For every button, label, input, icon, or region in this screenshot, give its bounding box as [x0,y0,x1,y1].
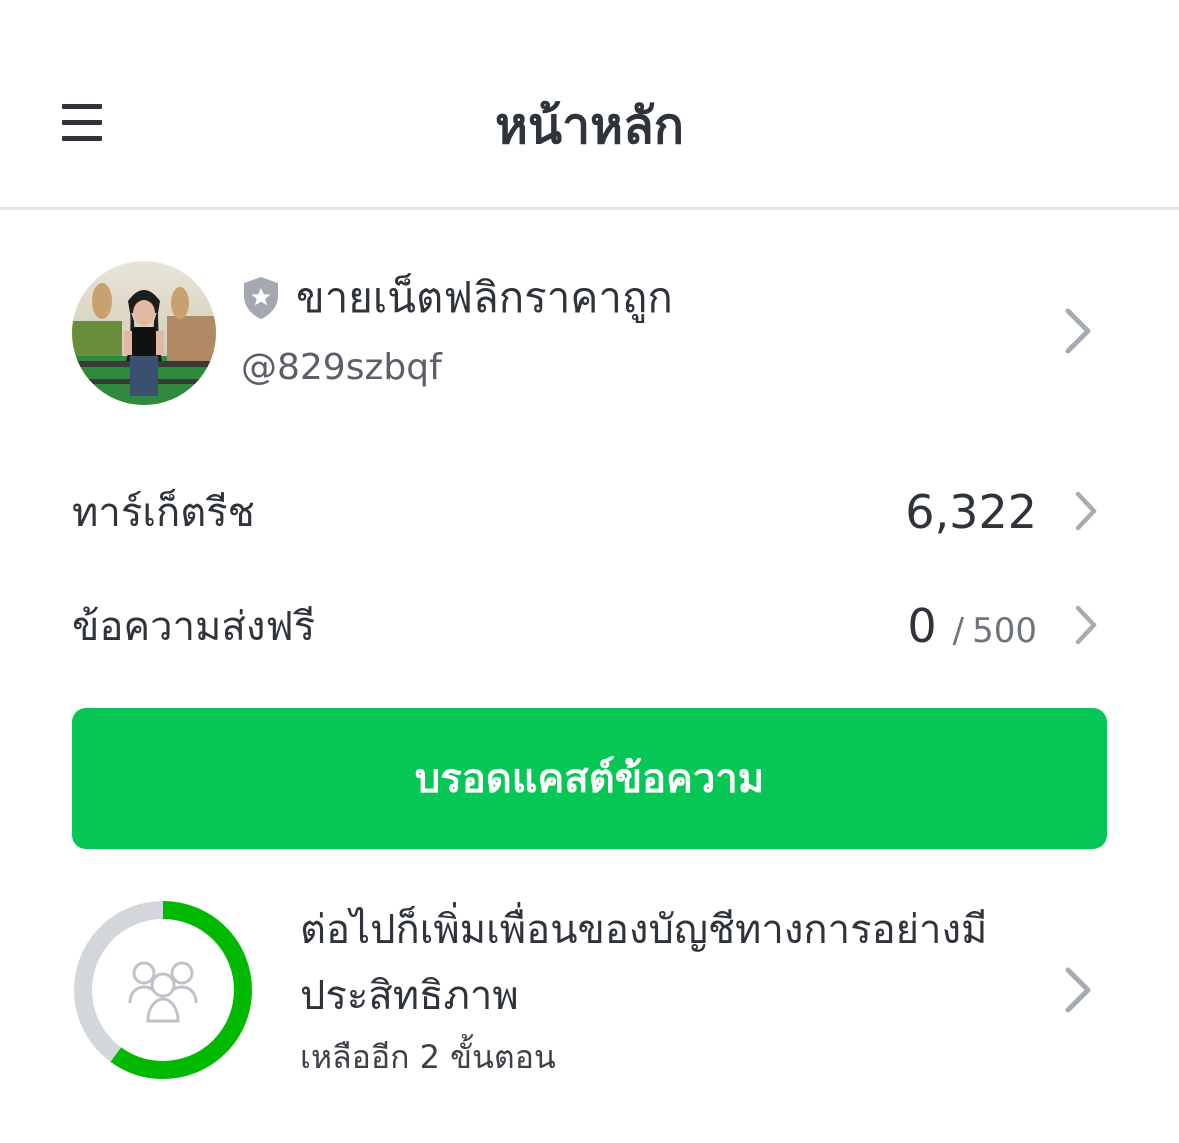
app-header: หน้าหลัก [0,0,1179,210]
target-reach-row[interactable]: ทาร์เก็ตรีช 6,322 [0,468,1179,558]
free-messages-quota: 500 [972,611,1037,651]
progress-ring [74,901,252,1079]
broadcast-message-button[interactable]: บรอดแคสต์ข้อความ [72,708,1107,849]
setup-progress-title: ต่อไปก็เพิ่มเพื่อนของบัญชีทางการอย่างมีป… [300,907,988,1019]
target-reach-value: 6,322 [905,485,1037,539]
setup-progress-subtitle: เหลืออีก 2 ขั้นตอน [300,1038,556,1076]
free-messages-separator: / [952,611,965,651]
free-messages-label: ข้อความส่งฟรี [72,604,316,650]
setup-progress-card[interactable]: ต่อไปก็เพิ่มเพื่อนของบัญชีทางการอย่างมีป… [0,885,1179,1095]
page-title: หน้าหลัก [494,97,685,155]
shield-star-icon [244,277,278,319]
target-reach-label: ทาร์เก็ตรีช [72,490,255,536]
chevron-right-icon [1065,308,1091,354]
avatar [72,261,216,405]
chevron-right-icon [1075,605,1097,645]
chevron-right-icon [1065,967,1091,1013]
account-profile-row[interactable]: ขายเน็ตฟลิกราคาถูก @829szbqf [0,240,1179,420]
account-id: @829szbqf [241,347,442,388]
free-messages-row[interactable]: ข้อความส่งฟรี 0 /500 [0,582,1179,672]
chevron-right-icon [1075,491,1097,531]
friends-group-icon [128,961,198,1023]
free-messages-value: 0 /500 [907,596,1037,661]
account-name: ขายเน็ตฟลิกราคาถูก [296,273,673,322]
free-messages-used: 0 [907,599,937,653]
